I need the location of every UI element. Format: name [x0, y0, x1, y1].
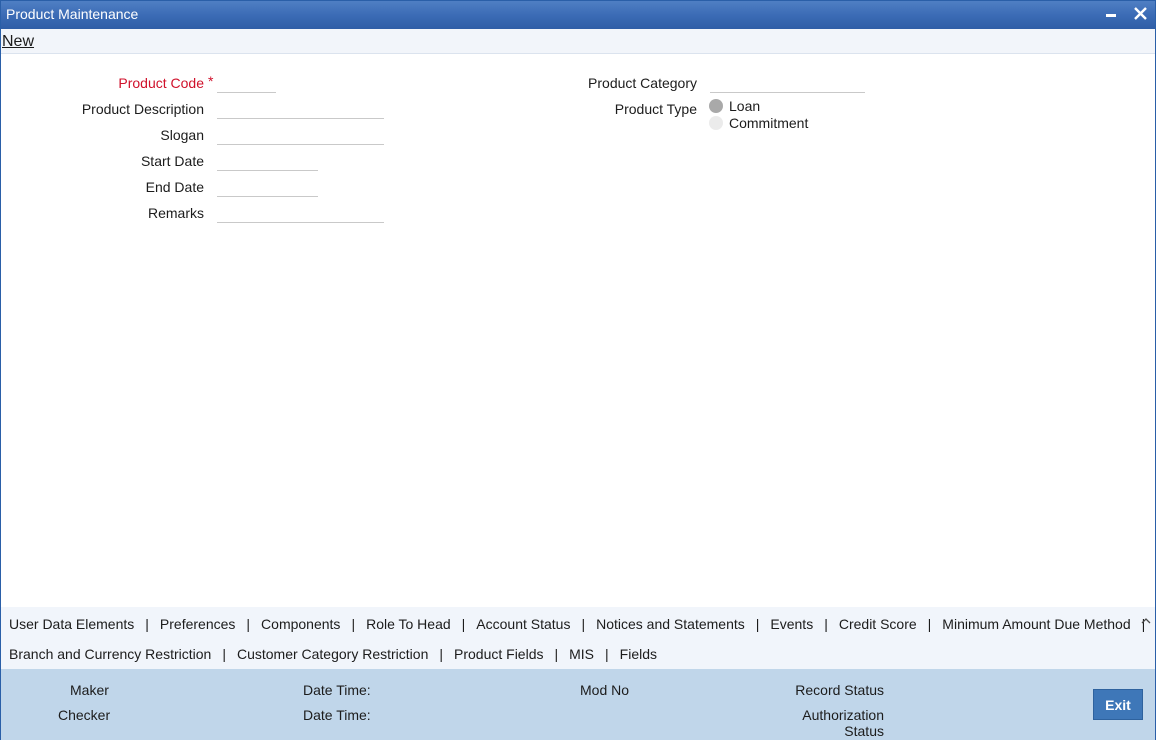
tab-separator: |	[145, 616, 149, 632]
checker-label: Checker	[58, 707, 111, 723]
product-description-label: Product Description	[81, 101, 204, 117]
product-category-label: Product Category	[588, 75, 697, 91]
tab-credit-score[interactable]: Credit Score	[839, 616, 917, 632]
tab-user-data-elements[interactable]: User Data Elements	[9, 616, 134, 632]
tab-separator: |	[461, 616, 466, 632]
end-date-input[interactable]	[217, 177, 318, 197]
subsystem-tab-strip: User Data Elements | Preferences | Component…	[1, 607, 1155, 669]
product-description-input[interactable]	[217, 99, 384, 119]
menu-bar: New	[1, 29, 1155, 54]
tab-role-to-head[interactable]: Role To Head	[366, 616, 451, 632]
product-type-commitment-radio[interactable]	[709, 116, 723, 130]
window-title: Product Maintenance	[6, 6, 139, 22]
product-code-label: Product Code	[118, 75, 204, 91]
end-date-label: End Date	[145, 179, 204, 195]
tab-separator: |	[605, 646, 609, 662]
audit-footer: Maker Checker Date Time: Date Time: Mod …	[1, 669, 1155, 740]
chevron-up-icon[interactable]	[1141, 611, 1151, 627]
tab-separator: |	[824, 616, 828, 632]
slogan-label: Slogan	[160, 127, 204, 143]
tab-separator: |	[351, 616, 356, 632]
mod-no-label: Mod No	[580, 682, 630, 698]
title-bar: Product Maintenance	[1, 1, 1155, 29]
tab-separator: |	[246, 616, 251, 632]
tab-product-fields[interactable]: Product Fields	[454, 646, 543, 662]
exit-button[interactable]: Exit	[1093, 689, 1143, 720]
tab-account-status[interactable]: Account Status	[476, 616, 570, 632]
tab-separator: |	[439, 646, 443, 662]
tab-events[interactable]: Events	[770, 616, 813, 632]
tab-separator: |	[755, 616, 760, 632]
product-type-loan-label: Loan	[729, 98, 761, 114]
tab-branch-and-currency-restriction[interactable]: Branch and Currency Restriction	[9, 646, 211, 662]
tab-row-2: Branch and Currency Restriction | Customer…	[9, 646, 657, 662]
tab-mis[interactable]: MIS	[569, 646, 594, 662]
authorization-status-label-line2: Status	[844, 723, 884, 739]
product-code-input[interactable]	[217, 73, 276, 93]
maker-label: Maker	[70, 682, 109, 698]
tab-components[interactable]: Components	[261, 616, 340, 632]
tab-fields[interactable]: Fields	[620, 646, 657, 662]
product-category-input[interactable]	[710, 73, 865, 93]
start-date-label: Start Date	[140, 153, 204, 169]
slogan-input[interactable]	[217, 125, 384, 145]
tab-separator: |	[222, 646, 226, 662]
tab-row-1: User Data Elements | Preferences | Component…	[9, 616, 1156, 632]
start-date-input[interactable]	[217, 151, 318, 171]
close-icon[interactable]	[1131, 4, 1151, 24]
minimize-icon[interactable]	[1101, 4, 1121, 24]
product-type-label: Product Type	[614, 101, 697, 117]
tab-separator: |	[927, 616, 932, 632]
tab-separator: |	[581, 616, 586, 632]
tab-separator: |	[554, 646, 559, 662]
remarks-label: Remarks	[147, 205, 204, 221]
remarks-input[interactable]	[217, 203, 384, 223]
authorization-status-label-line1: Authorization	[802, 707, 884, 723]
tab-preferences[interactable]: Preferences	[160, 616, 235, 632]
required-marker: *	[208, 73, 214, 89]
record-status-label: Record Status	[795, 682, 884, 698]
tab-customer-category-restriction[interactable]: Customer Category Restriction	[237, 646, 428, 662]
product-type-commitment-label: Commitment	[729, 115, 809, 131]
new-link[interactable]: New	[2, 33, 34, 51]
checker-date-time-label: Date Time:	[303, 707, 371, 723]
tab-notices-and-statements[interactable]: Notices and Statements	[596, 616, 745, 632]
product-maintenance-window: Product Maintenance New Product Code * P…	[0, 0, 1156, 740]
tab-minimum-amount-due-method[interactable]: Minimum Amount Due Method	[942, 616, 1130, 632]
maker-date-time-label: Date Time:	[303, 682, 371, 698]
product-type-loan-radio[interactable]	[709, 99, 723, 113]
